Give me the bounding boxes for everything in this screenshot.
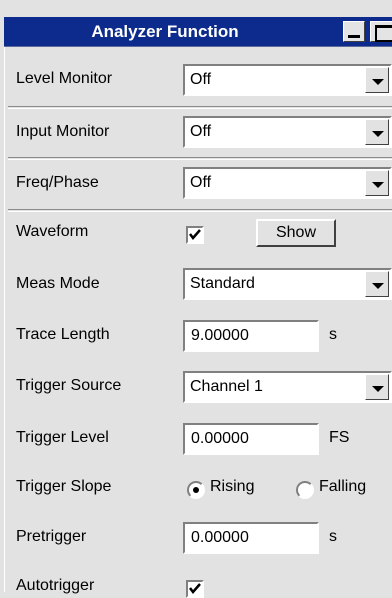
waveform-label: Waveform — [16, 223, 89, 240]
level-monitor-label: Level Monitor — [16, 70, 113, 87]
input-monitor-label: Input Monitor — [16, 123, 110, 140]
pretrigger-input[interactable]: 0.00000 — [183, 522, 319, 554]
divider — [8, 209, 392, 212]
chevron-down-icon[interactable] — [365, 271, 389, 297]
checkmark-icon — [189, 583, 201, 594]
trigger-slope-label: Trigger Slope — [16, 478, 112, 495]
meas-mode-select[interactable]: Standard — [183, 268, 392, 300]
checkmark-icon — [189, 229, 201, 240]
freq-phase-select[interactable]: Off — [183, 167, 392, 199]
pretrigger-unit: s — [329, 528, 337, 545]
meas-mode-label: Meas Mode — [16, 275, 100, 292]
waveform-checkbox[interactable] — [186, 226, 204, 244]
chevron-down-icon[interactable] — [365, 374, 389, 400]
window-titlebar: Analyzer Function — [4, 17, 392, 47]
freq-phase-value: Off — [190, 174, 212, 191]
trigger-source-label: Trigger Source — [16, 377, 122, 394]
trigger-source-value: Channel 1 — [190, 378, 263, 395]
pretrigger-label: Pretrigger — [16, 528, 87, 545]
meas-mode-value: Standard — [190, 275, 255, 292]
freq-phase-label: Freq/Phase — [16, 174, 99, 191]
trace-length-input[interactable]: 9.00000 — [183, 320, 319, 352]
chevron-down-icon[interactable] — [365, 67, 389, 93]
autotrigger-label: Autotrigger — [16, 577, 95, 594]
falling-label: Falling — [319, 478, 367, 495]
trace-length-label: Trace Length — [16, 326, 110, 343]
falling-radio[interactable] — [296, 481, 314, 499]
maximize-button[interactable] — [370, 21, 392, 42]
autotrigger-checkbox[interactable] — [186, 580, 204, 598]
trigger-level-value: 0.00000 — [191, 430, 249, 447]
divider — [8, 106, 392, 109]
window-title: Analyzer Function — [91, 22, 239, 41]
minimize-button[interactable] — [343, 21, 365, 42]
trigger-source-select[interactable]: Channel 1 — [183, 371, 392, 403]
analyzer-function-panel: Level Monitor Off Input Monitor Off Freq… — [4, 47, 392, 598]
pretrigger-value: 0.00000 — [191, 529, 249, 546]
chevron-down-icon[interactable] — [365, 170, 389, 196]
trigger-level-input[interactable]: 0.00000 — [183, 423, 319, 455]
trigger-level-unit: FS — [329, 429, 350, 446]
level-monitor-select[interactable]: Off — [183, 64, 392, 96]
chevron-down-icon[interactable] — [365, 119, 389, 145]
input-monitor-value: Off — [190, 123, 212, 140]
level-monitor-value: Off — [190, 71, 212, 88]
trace-length-unit: s — [329, 326, 337, 343]
trigger-level-label: Trigger Level — [16, 429, 109, 446]
divider — [8, 157, 392, 160]
show-button[interactable]: Show — [256, 219, 336, 247]
rising-label: Rising — [210, 478, 255, 495]
input-monitor-select[interactable]: Off — [183, 116, 392, 148]
trace-length-value: 9.00000 — [191, 327, 249, 344]
rising-radio[interactable] — [187, 481, 205, 499]
